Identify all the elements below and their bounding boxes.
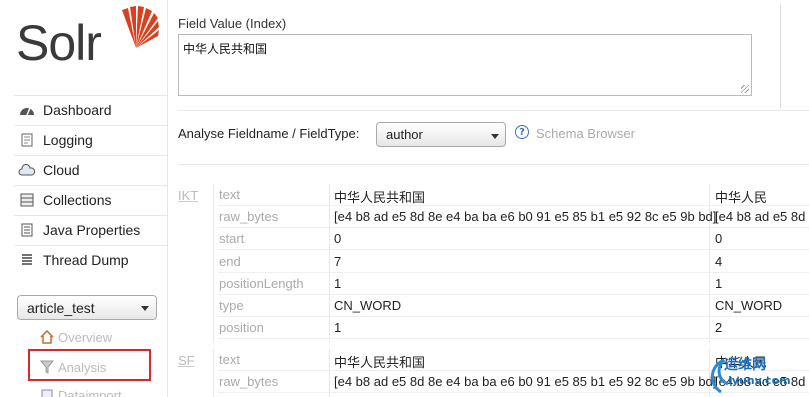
watermark-text: iyunv.com (728, 374, 791, 387)
attr-key: text (219, 352, 240, 367)
attr-key: raw_bytes (219, 209, 279, 224)
nav-label: Dashboard (43, 101, 112, 118)
attr-key: text (219, 187, 240, 202)
java-properties-icon (16, 222, 38, 238)
table-row: text 中华人民共和国 中华人民 (218, 184, 809, 206)
table-row: raw_bytes [e4 b8 ad e5 8d 8e e4 ba ba e6… (218, 206, 809, 228)
token-value: 2 (715, 320, 723, 335)
table-row: type CN_WORD CN_WORD (218, 295, 809, 317)
resize-grip-icon[interactable] (741, 85, 749, 93)
attr-key: start (219, 231, 245, 246)
fieldtype-value: author (386, 127, 423, 142)
attr-key: raw_bytes (219, 374, 279, 389)
table-row: position 1 2 (218, 317, 809, 339)
token-value: 中华人民共和国 (334, 191, 426, 206)
collections-icon (16, 192, 38, 208)
stage-name[interactable]: IKT (178, 188, 198, 203)
attr-key: type (219, 298, 244, 313)
token-value: CN_WORD (334, 298, 402, 313)
core-menu-label: Dataimport (58, 387, 122, 397)
cloud-icon (16, 162, 38, 178)
nav-label: Cloud (43, 161, 80, 178)
chevron-down-icon (491, 134, 499, 139)
core-menu-item-dataimport[interactable]: Dataimport (28, 381, 168, 397)
dataimport-icon (38, 387, 56, 397)
token-value: [e4 b8 ad e5 8d 8e e4 ba ba e6 b0 91 e5 … (334, 209, 717, 224)
stage-name[interactable]: SF (178, 353, 195, 368)
chevron-down-icon (141, 306, 149, 311)
attr-key: position (219, 320, 264, 335)
stage-divider (213, 349, 214, 397)
logo-text: Solr (16, 15, 102, 71)
attr-key: positionLength (219, 276, 304, 291)
vertical-divider (780, 4, 781, 108)
nav-item-java-properties[interactable]: Java Properties (14, 215, 168, 243)
core-selector[interactable]: article_test (17, 295, 157, 320)
help-icon[interactable]: ? (515, 125, 529, 139)
nav-item-dashboard[interactable]: Dashboard (14, 95, 168, 123)
token-value: 0 (334, 231, 342, 246)
token-value: 中华人民共和国 (334, 356, 426, 371)
stage-divider (213, 184, 214, 342)
nav-item-collections[interactable]: Collections (14, 185, 168, 213)
divider (178, 110, 809, 111)
solr-logo[interactable]: Solr (14, 4, 159, 76)
nav-item-logging[interactable]: Logging (14, 125, 168, 153)
core-selector-value: article_test (27, 299, 95, 316)
fieldname-label: Analyse Fieldname / FieldType: (178, 126, 360, 141)
dashboard-icon (16, 102, 38, 118)
analysis-panel: Field Value (Index) 中华人民共和国 Analyse Fiel… (168, 0, 809, 397)
token-value: 0 (715, 231, 723, 246)
nav-label: Logging (43, 131, 93, 148)
field-value-label: Field Value (Index) (178, 16, 287, 31)
divider (178, 164, 809, 165)
attr-key: end (219, 254, 241, 269)
nav-label: Java Properties (43, 221, 141, 238)
overview-icon (38, 329, 56, 345)
table-row: start 0 0 (218, 228, 809, 250)
token-value: [e4 b8 ad e5 8d 8e e4 ba ba e6 b0 91 e5 … (334, 374, 717, 389)
token-value: 4 (715, 254, 723, 269)
token-value: CN_WORD (715, 298, 783, 313)
schema-browser-link[interactable]: Schema Browser (536, 126, 635, 141)
field-value-text: 中华人民共和国 (183, 42, 268, 56)
token-value: 1 (715, 276, 723, 291)
fieldtype-select[interactable]: author (376, 122, 506, 147)
table-row: positionLength 1 1 (218, 273, 809, 295)
core-menu-label: Overview (58, 329, 113, 345)
watermark-text: 运维网 (724, 357, 766, 373)
nav-item-cloud[interactable]: Cloud (14, 155, 168, 183)
sidebar: Solr Dashboard Logging Cloud Collections… (0, 0, 168, 397)
core-menu-item-overview[interactable]: Overview (28, 323, 168, 351)
token-value: 1 (334, 320, 342, 335)
nav-item-thread-dump[interactable]: Thread Dump (14, 245, 168, 273)
watermark: 运维网 iyunv.com (706, 352, 809, 397)
token-value: [e4 b8 ad e5 8d 8e (715, 209, 809, 224)
token-value: 中华人民 (715, 191, 768, 206)
analysis-stage-ikt: IKT text 中华人民共和国 中华人民 raw_bytes [e4 b8 a… (178, 184, 809, 342)
table-row: end 7 4 (218, 251, 809, 273)
logging-icon (16, 132, 38, 148)
solr-sunburst-icon (122, 6, 159, 48)
analysis-highlight-box (28, 349, 151, 381)
nav-label: Collections (43, 191, 112, 208)
thread-dump-icon (16, 252, 38, 268)
token-value: 1 (334, 276, 342, 291)
nav-label: Thread Dump (43, 251, 129, 268)
token-value: 7 (334, 254, 342, 269)
field-value-input[interactable]: 中华人民共和国 (178, 34, 752, 96)
